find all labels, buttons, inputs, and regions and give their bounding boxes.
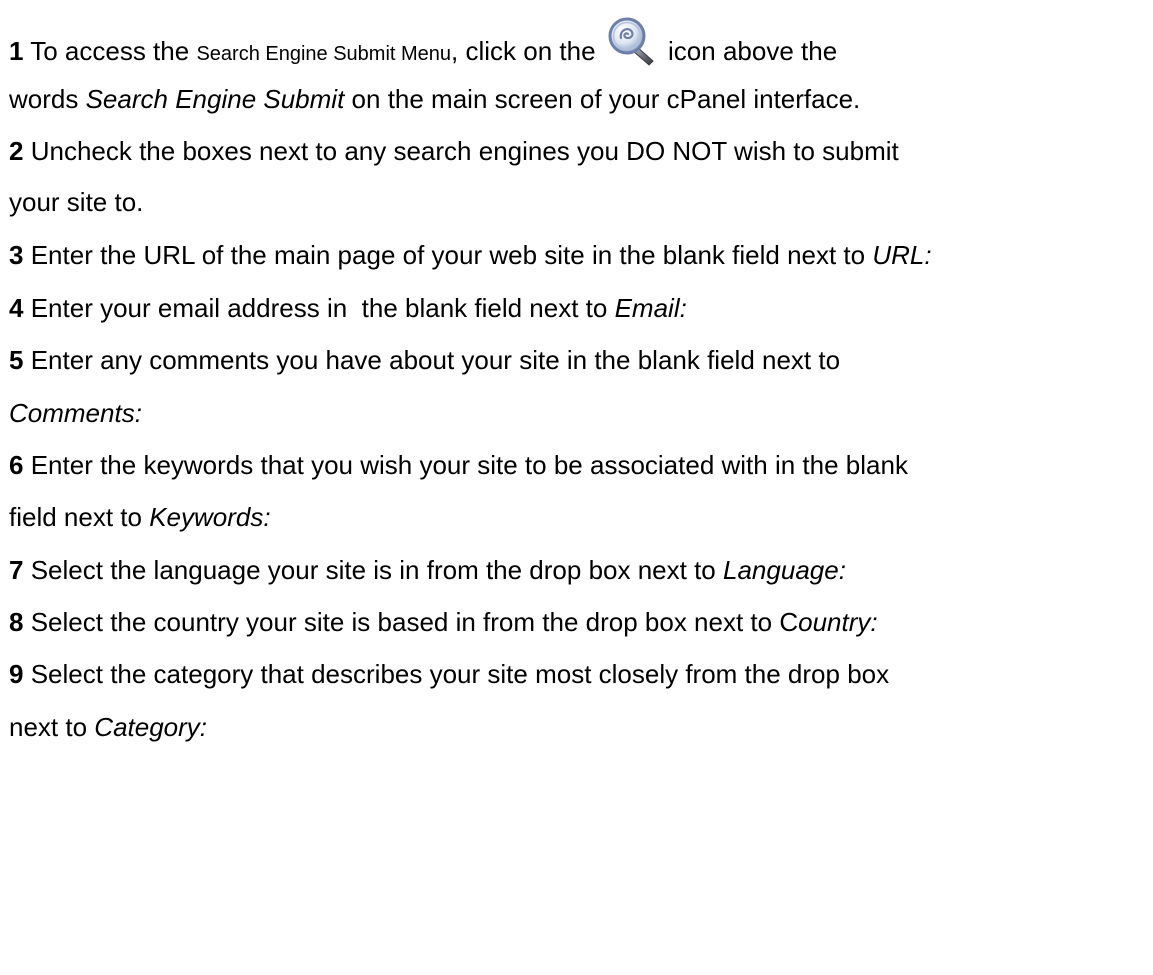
step-text: Enter your email address in the blank fi…: [30, 293, 608, 323]
step-text: Enter any comments you have about your s…: [30, 345, 841, 375]
step-emphasis: URL:: [872, 240, 932, 270]
step-text: Enter the keywords that you wish your si…: [30, 450, 908, 480]
instructions-document: 1 To access the Search Engine Submit Men…: [0, 0, 1153, 975]
step-9-line-2: next to Category:: [9, 710, 207, 744]
step-text: Select the country your site is based in…: [30, 607, 799, 637]
step-emphasis: ountry:: [798, 607, 878, 637]
step-text: , click on the: [451, 36, 596, 66]
step-emphasis: Language:: [723, 555, 846, 585]
step-8-line-1: 8 Select the country your site is based …: [9, 605, 878, 639]
step-text: next to: [9, 712, 88, 742]
step-text: your site to.: [9, 187, 144, 217]
step-text: Uncheck the boxes next to any search eng…: [30, 136, 899, 166]
step-text: Select the category that describes your …: [30, 659, 890, 689]
step-text: on the main screen of your cPanel interf…: [351, 84, 861, 114]
step-1-line-2: words Search Engine Submit on the main s…: [9, 82, 860, 116]
step-1-line-1: 1 To access the Search Engine Submit Men…: [9, 16, 837, 71]
step-2-line-1: 2 Uncheck the boxes next to any search e…: [9, 134, 899, 168]
step-number: 7: [9, 555, 24, 585]
step-2-line-2: your site to.: [9, 185, 143, 219]
step-9-line-1: 9 Select the category that describes you…: [9, 657, 889, 691]
step-number: 9: [9, 659, 24, 689]
step-number: 2: [9, 136, 24, 166]
step-number: 8: [9, 607, 24, 637]
step-text: Select the language your site is in from…: [30, 555, 716, 585]
step-emphasis: Comments:: [9, 398, 142, 428]
step-emphasis: Keywords:: [149, 502, 271, 532]
step-number: 6: [9, 450, 24, 480]
step-text: To access the: [30, 36, 190, 66]
step-3-line-1: 3 Enter the URL of the main page of your…: [9, 238, 932, 272]
step-4-line-1: 4 Enter your email address in the blank …: [9, 291, 687, 325]
step-number: 4: [9, 293, 24, 323]
step-emphasis: Category:: [94, 712, 208, 742]
step-text: Enter the URL of the main page of your w…: [30, 240, 866, 270]
step-5-line-2: Comments:: [9, 396, 142, 430]
step-number: 3: [9, 240, 24, 270]
step-6-line-1: 6 Enter the keywords that you wish your …: [9, 448, 908, 482]
search-magnifier-icon: [605, 16, 659, 66]
step-emphasis: Email:: [614, 293, 687, 323]
step-5-line-1: 5 Enter any comments you have about your…: [9, 343, 840, 377]
step-6-line-2: field next to Keywords:: [9, 500, 271, 534]
step-emphasis: Search Engine Submit: [85, 84, 345, 114]
step-text: field next to: [9, 502, 142, 532]
step-text: icon above the: [668, 36, 838, 66]
step-7-line-1: 7 Select the language your site is in fr…: [9, 553, 846, 587]
step-number: 5: [9, 345, 24, 375]
step-number: 1: [9, 36, 24, 66]
menu-name: Search Engine Submit Menu: [196, 43, 452, 65]
step-text: words: [9, 84, 79, 114]
